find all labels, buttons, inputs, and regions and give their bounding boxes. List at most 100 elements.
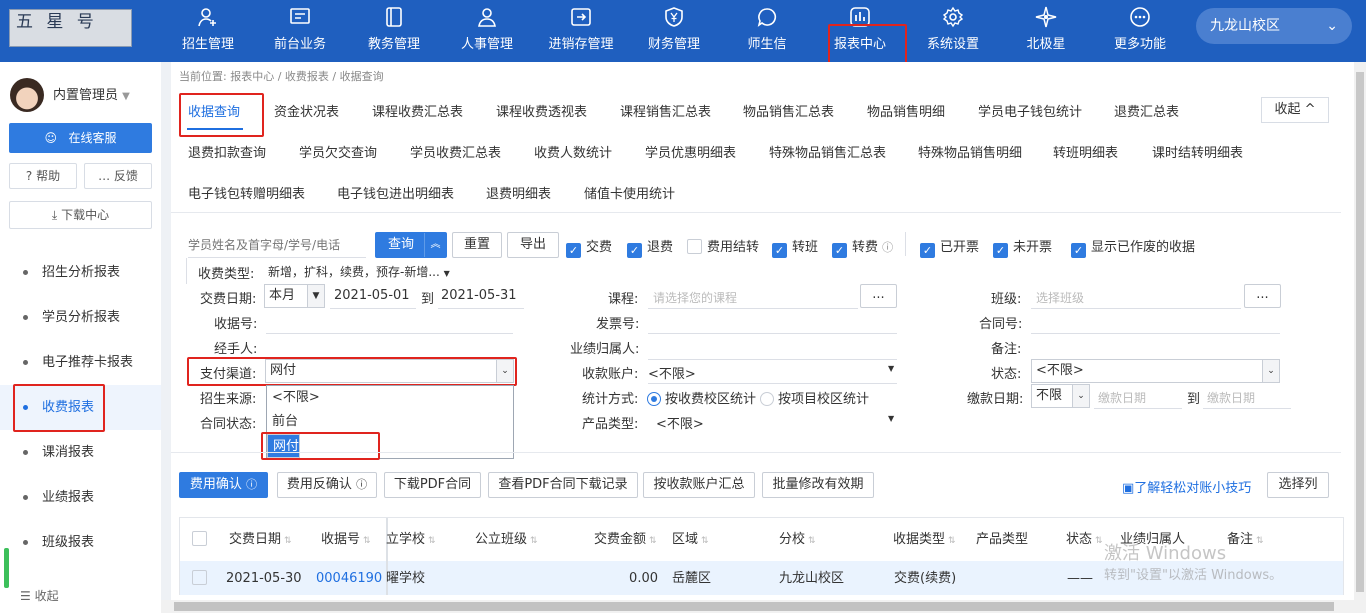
tab-refund-summary[interactable]: 退费汇总表	[1114, 101, 1179, 120]
chevron-up-icon[interactable]: ︽	[424, 233, 446, 257]
account-select[interactable]: <不限>	[648, 363, 696, 382]
checkbox-carryover[interactable]: 费用结转	[687, 236, 759, 255]
scrollbar-thumb[interactable]	[174, 602, 1334, 611]
sidebar-item-referral-card[interactable]: 电子推荐卡报表	[0, 340, 161, 385]
cell-receipt-no-link[interactable]: 00046190	[316, 562, 382, 595]
account-summary-button[interactable]: 按收款账户汇总	[643, 472, 755, 498]
fee-confirm-button[interactable]: 费用确认 ⓘ	[179, 472, 268, 498]
tab-special-goods-detail[interactable]: 特殊物品销售明细	[918, 142, 1022, 161]
student-search-input[interactable]	[188, 232, 366, 258]
batch-edit-validity-button[interactable]: 批量修改有效期	[762, 472, 874, 498]
help-circle-icon[interactable]: ⓘ	[882, 241, 893, 254]
dropdown-option-unlimited[interactable]: <不限>	[267, 386, 513, 410]
contract-no-input[interactable]	[1031, 308, 1280, 334]
col-receipt-type[interactable]: 收据类型 ⇅	[893, 518, 956, 561]
fee-unconfirm-button[interactable]: 费用反确认 ⓘ	[277, 472, 377, 498]
checkbox-show-voided[interactable]: ✓ 显示已作废的收据	[1071, 236, 1195, 258]
tab-refund-detail[interactable]: 退费明细表	[486, 183, 551, 202]
checkbox-transfer-fee[interactable]: ✓ 转费 ⓘ	[832, 236, 893, 258]
pdf-download-log-button[interactable]: 查看PDF合同下载记录	[488, 472, 638, 498]
col-public-school[interactable]: 立学校 ⇅	[386, 518, 436, 561]
sidebar-collapse[interactable]: ☰ 收起	[20, 587, 59, 604]
reset-button[interactable]: 重置	[452, 232, 502, 258]
tab-student-fee-summary[interactable]: 学员收费汇总表	[410, 142, 501, 161]
select-all-checkbox[interactable]	[192, 518, 212, 561]
deposit-date-to[interactable]: 缴款日期	[1207, 389, 1255, 406]
date-range-select[interactable]: 本月 ▼	[264, 284, 325, 308]
course-picker-button[interactable]: ...	[860, 284, 897, 308]
checkbox-payment[interactable]: ✓ 交费	[566, 236, 612, 258]
tab-stored-card[interactable]: 储值卡使用统计	[584, 183, 675, 202]
collapse-tabs-button[interactable]: 收起 ^	[1261, 97, 1329, 123]
tab-discount-detail[interactable]: 学员优惠明细表	[645, 142, 736, 161]
tab-course-sales-summary[interactable]: 课程销售汇总表	[620, 101, 711, 120]
receipt-no-input[interactable]	[266, 308, 513, 334]
tab-hour-carryover[interactable]: 课时结转明细表	[1152, 142, 1243, 161]
avatar[interactable]	[10, 78, 44, 112]
class-input[interactable]: 选择班级	[1036, 289, 1084, 306]
tab-goods-sales-summary[interactable]: 物品销售汇总表	[743, 101, 834, 120]
col-pay-date[interactable]: 交费日期 ⇅	[229, 518, 292, 561]
nav-enrollment[interactable]: 招生管理	[180, 0, 236, 62]
tab-arrears[interactable]: 学员欠交查询	[299, 142, 377, 161]
scrollbar-thumb[interactable]	[1356, 72, 1364, 592]
sidebar-item-class[interactable]: 班级报表	[0, 520, 161, 565]
date-from-input[interactable]: 2021-05-01	[334, 288, 410, 303]
dropdown-option-front-desk[interactable]: 前台	[267, 410, 513, 434]
tab-course-fee-pivot[interactable]: 课程收费透视表	[496, 101, 587, 120]
sidebar-item-enrollment-analysis[interactable]: 招生分析报表	[0, 250, 161, 295]
checkbox-transfer-class[interactable]: ✓ 转班	[772, 236, 818, 258]
nav-north-star[interactable]: 北极星	[1024, 0, 1068, 62]
tab-wallet-stats[interactable]: 学员电子钱包统计	[978, 101, 1082, 120]
performance-owner-input[interactable]	[648, 334, 897, 360]
horizontal-scrollbar[interactable]	[161, 600, 1366, 613]
tab-wallet-gift[interactable]: 电子钱包转赠明细表	[188, 183, 305, 202]
col-remark[interactable]: 备注 ⇅	[1227, 518, 1264, 561]
tab-fund-status[interactable]: 资金状况表	[274, 101, 339, 120]
col-status[interactable]: 状态 ⇅	[1066, 518, 1103, 561]
choose-columns-button[interactable]: 选择列	[1267, 472, 1329, 498]
nav-hr[interactable]: 人事管理	[459, 0, 515, 62]
tab-course-fee-summary[interactable]: 课程收费汇总表	[372, 101, 463, 120]
col-product-type[interactable]: 产品类型	[976, 518, 1028, 561]
sidebar-item-student-analysis[interactable]: 学员分析报表	[0, 295, 161, 340]
feedback-button[interactable]: … 反馈	[84, 163, 152, 189]
download-pdf-contract-button[interactable]: 下载PDF合同	[384, 472, 481, 498]
nav-finance[interactable]: 财务管理	[646, 0, 702, 62]
vertical-scrollbar[interactable]	[1354, 62, 1366, 602]
nav-front-desk[interactable]: 前台业务	[272, 0, 328, 62]
nav-academic[interactable]: 教务管理	[366, 0, 422, 62]
col-receipt-no[interactable]: 收据号 ⇅	[321, 518, 371, 561]
campus-selector[interactable]: 九龙山校区 ⌄	[1196, 8, 1352, 44]
tab-special-goods-summary[interactable]: 特殊物品销售汇总表	[769, 142, 886, 161]
checkbox-refund[interactable]: ✓ 退费	[627, 236, 673, 258]
checkbox-not-invoiced[interactable]: ✓ 未开票	[993, 236, 1052, 258]
sidebar-item-performance[interactable]: 业绩报表	[0, 475, 161, 520]
col-public-class[interactable]: 公立班级 ⇅	[475, 518, 538, 561]
class-picker-button[interactable]: ...	[1244, 284, 1281, 308]
sidebar-item-consumption[interactable]: 课消报表	[0, 430, 161, 475]
reconcile-tips-link[interactable]: ▣了解轻松对账小技巧	[1122, 477, 1251, 496]
status-select[interactable]: <不限> ⌄	[1031, 359, 1280, 383]
fee-type-select[interactable]: 新增，扩科，续费，预存-新增... ▼	[268, 263, 450, 280]
tab-wallet-inout[interactable]: 电子钱包进出明细表	[337, 183, 454, 202]
tab-goods-sales-detail[interactable]: 物品销售明细	[867, 101, 945, 120]
download-center-button[interactable]: ⤓ 下载中心	[9, 201, 152, 229]
tab-refund-deduction[interactable]: 退费扣款查询	[188, 142, 266, 161]
col-amount[interactable]: 交费金额 ⇅	[594, 518, 657, 561]
deposit-date-from[interactable]: 缴款日期	[1098, 389, 1146, 406]
radio-by-project-campus[interactable]: 按项目校区统计	[760, 388, 869, 407]
help-button[interactable]: ? 帮助	[9, 163, 77, 189]
invoice-no-input[interactable]	[648, 308, 897, 334]
remark-input[interactable]	[1031, 334, 1280, 360]
brand-logo[interactable]: 五 星 号	[9, 9, 132, 47]
tab-payer-count[interactable]: 收费人数统计	[534, 142, 612, 161]
query-button[interactable]: 查询 ︽	[375, 232, 447, 258]
date-to-input[interactable]: 2021-05-31	[441, 288, 517, 303]
nav-inventory[interactable]: 进销存管理	[546, 0, 616, 62]
checkbox-invoiced[interactable]: ✓ 已开票	[920, 236, 979, 258]
export-button[interactable]: 导出	[507, 232, 559, 258]
product-type-select[interactable]: <不限>	[656, 413, 704, 432]
row-checkbox[interactable]	[192, 562, 212, 595]
deposit-date-mode-select[interactable]: 不限 ⌄	[1031, 384, 1090, 408]
